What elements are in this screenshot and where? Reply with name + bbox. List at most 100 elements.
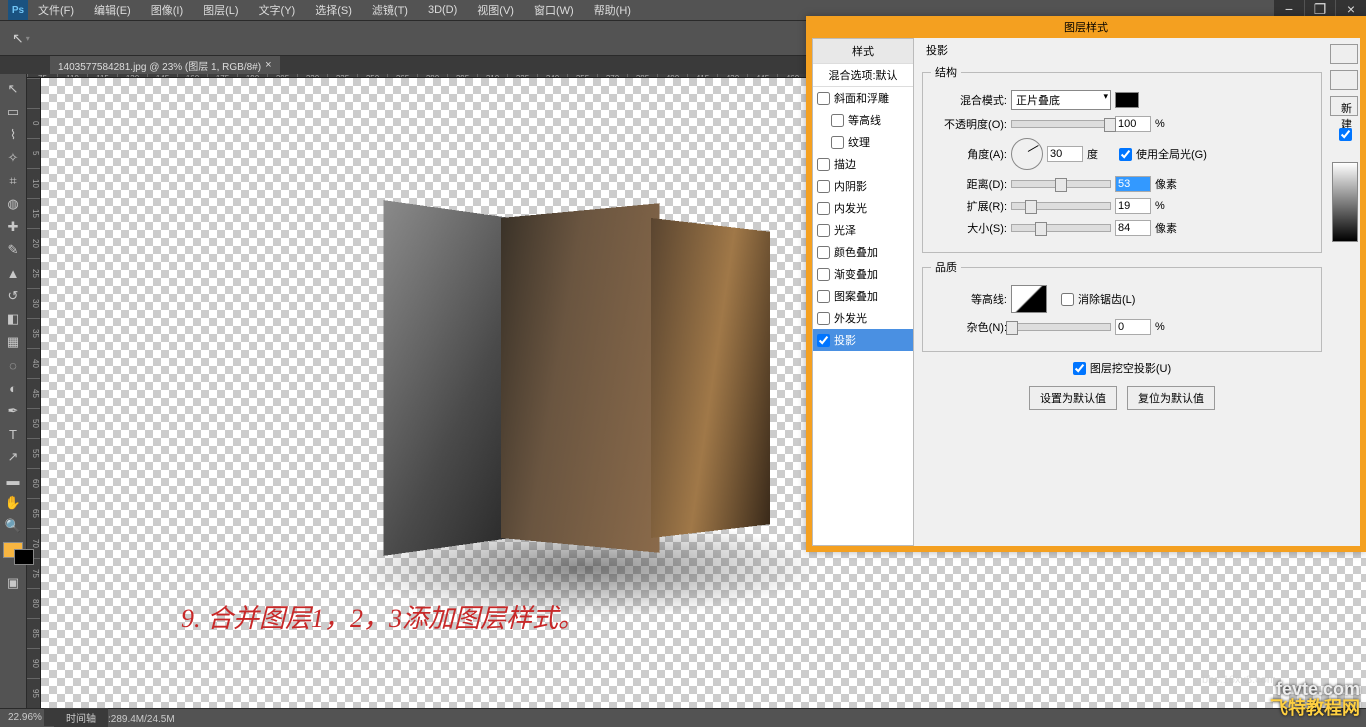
distance-input[interactable] <box>1115 176 1151 192</box>
crop-tool-icon[interactable]: ⌗ <box>0 170 26 192</box>
style-item-9[interactable]: 图案叠加 <box>813 285 913 307</box>
style-item-4[interactable]: 内阴影 <box>813 175 913 197</box>
style-label-2: 纹理 <box>848 134 870 150</box>
style-item-1[interactable]: 等高线 <box>813 109 913 131</box>
style-checkbox-2[interactable] <box>831 136 844 149</box>
healing-tool-icon[interactable]: ✚ <box>0 216 26 238</box>
dodge-tool-icon[interactable]: ◐ <box>0 377 26 399</box>
reset-default-button[interactable]: 复位为默认值 <box>1127 386 1215 410</box>
document-tab[interactable]: 1403577584281.jpg @ 23% (图层 1, RGB/8#) × <box>50 56 280 75</box>
degree-unit: 度 <box>1087 146 1115 162</box>
set-default-button[interactable]: 设置为默认值 <box>1029 386 1117 410</box>
dialog-title: 图层样式 <box>806 16 1366 38</box>
opacity-input[interactable] <box>1115 116 1151 132</box>
marquee-tool-icon[interactable]: ▭ <box>0 101 26 123</box>
image-panel-2 <box>501 203 659 553</box>
knockout-checkbox[interactable] <box>1073 362 1086 375</box>
blur-tool-icon[interactable]: ◌ <box>0 354 26 376</box>
menu-layer[interactable]: 图层(L) <box>193 2 248 18</box>
spread-input[interactable] <box>1115 198 1151 214</box>
style-item-10[interactable]: 外发光 <box>813 307 913 329</box>
quality-fieldset: 品质 等高线: 消除锯齿(L) 杂色(N): % <box>922 259 1322 352</box>
menu-filter[interactable]: 滤镜(T) <box>362 2 418 18</box>
style-item-11[interactable]: 投影 <box>813 329 913 351</box>
style-item-6[interactable]: 光泽 <box>813 219 913 241</box>
style-checkbox-11[interactable] <box>817 334 830 347</box>
cancel-button[interactable] <box>1330 70 1358 90</box>
menu-view[interactable]: 视图(V) <box>467 2 524 18</box>
ok-button[interactable] <box>1330 44 1358 64</box>
tools-panel: ↖ ▭ ⌇ ✧ ⌗ ◍ ✚ ✎ ▲ ↺ ◧ ▦ ◌ ◐ ✒ T ↗ ▬ ✋ 🔍 … <box>0 74 27 708</box>
menu-select[interactable]: 选择(S) <box>305 2 362 18</box>
style-item-5[interactable]: 内发光 <box>813 197 913 219</box>
style-item-7[interactable]: 颜色叠加 <box>813 241 913 263</box>
style-checkbox-1[interactable] <box>831 114 844 127</box>
menu-3d[interactable]: 3D(D) <box>418 4 467 16</box>
wand-tool-icon[interactable]: ✧ <box>0 147 26 169</box>
noise-label: 杂色(N): <box>931 319 1007 335</box>
style-checkbox-7[interactable] <box>817 246 830 259</box>
style-item-3[interactable]: 描边 <box>813 153 913 175</box>
style-checkbox-8[interactable] <box>817 268 830 281</box>
new-style-button[interactable]: 新建 <box>1330 96 1358 116</box>
brush-tool-icon[interactable]: ✎ <box>0 239 26 261</box>
preview-checkbox[interactable] <box>1339 128 1352 141</box>
pen-tool-icon[interactable]: ✒ <box>0 400 26 422</box>
noise-input[interactable] <box>1115 319 1151 335</box>
angle-input[interactable] <box>1047 146 1083 162</box>
path-tool-icon[interactable]: ↗ <box>0 446 26 468</box>
gradient-tool-icon[interactable]: ▦ <box>0 331 26 353</box>
menu-edit[interactable]: 编辑(E) <box>84 2 141 18</box>
eraser-tool-icon[interactable]: ◧ <box>0 308 26 330</box>
style-label-5: 内发光 <box>834 200 867 216</box>
stamp-tool-icon[interactable]: ▲ <box>0 262 26 284</box>
type-tool-icon[interactable]: T <box>0 423 26 445</box>
annotation-text: 9. 合并图层1，2，3添加图层样式。 <box>181 598 584 635</box>
style-checkbox-3[interactable] <box>817 158 830 171</box>
style-checkbox-0[interactable] <box>817 92 830 105</box>
style-item-0[interactable]: 斜面和浮雕 <box>813 87 913 109</box>
percent-unit-2: % <box>1155 200 1183 212</box>
style-checkbox-5[interactable] <box>817 202 830 215</box>
contour-picker[interactable] <box>1011 285 1047 313</box>
size-slider[interactable] <box>1011 224 1111 232</box>
lasso-tool-icon[interactable]: ⌇ <box>0 124 26 146</box>
move-tool-icon: ↖ <box>12 30 24 47</box>
menu-type[interactable]: 文字(Y) <box>249 2 306 18</box>
zoom-tool-icon[interactable]: 🔍 <box>0 515 26 537</box>
eyedropper-tool-icon[interactable]: ◍ <box>0 193 26 215</box>
menu-file[interactable]: 文件(F) <box>28 2 84 18</box>
menu-help[interactable]: 帮助(H) <box>584 2 641 18</box>
screen-mode-icon[interactable]: ▣ <box>0 572 26 594</box>
settings-panel: 投影 结构 混合模式: 正片叠底 不透明度(O): % 角度(A): <box>914 38 1330 546</box>
shadow-color-swatch[interactable] <box>1115 92 1139 108</box>
global-light-checkbox[interactable] <box>1119 148 1132 161</box>
ps-logo: Ps <box>8 0 28 20</box>
timeline-tab[interactable]: 时间轴 <box>54 708 108 727</box>
menu-window[interactable]: 窗口(W) <box>524 2 584 18</box>
size-input[interactable] <box>1115 220 1151 236</box>
hand-tool-icon[interactable]: ✋ <box>0 492 26 514</box>
move-tool-icon[interactable]: ↖ <box>0 78 26 100</box>
color-swatch[interactable] <box>3 542 23 558</box>
blending-options-default[interactable]: 混合选项:默认 <box>813 64 913 87</box>
style-checkbox-4[interactable] <box>817 180 830 193</box>
style-checkbox-9[interactable] <box>817 290 830 303</box>
angle-dial[interactable] <box>1011 138 1043 170</box>
document-tab-close-icon[interactable]: × <box>265 59 271 71</box>
style-item-2[interactable]: 纹理 <box>813 131 913 153</box>
spread-label: 扩展(R): <box>931 198 1007 214</box>
styles-list: 样式 混合选项:默认 斜面和浮雕等高线纹理描边内阴影内发光光泽颜色叠加渐变叠加图… <box>812 38 914 546</box>
style-checkbox-6[interactable] <box>817 224 830 237</box>
opacity-slider[interactable] <box>1011 120 1111 128</box>
history-brush-icon[interactable]: ↺ <box>0 285 26 307</box>
distance-slider[interactable] <box>1011 180 1111 188</box>
shape-tool-icon[interactable]: ▬ <box>0 469 26 491</box>
noise-slider[interactable] <box>1011 323 1111 331</box>
style-item-8[interactable]: 渐变叠加 <box>813 263 913 285</box>
spread-slider[interactable] <box>1011 202 1111 210</box>
style-checkbox-10[interactable] <box>817 312 830 325</box>
antialias-checkbox[interactable] <box>1061 293 1074 306</box>
menu-image[interactable]: 图像(I) <box>141 2 193 18</box>
blend-mode-select[interactable]: 正片叠底 <box>1011 90 1111 110</box>
